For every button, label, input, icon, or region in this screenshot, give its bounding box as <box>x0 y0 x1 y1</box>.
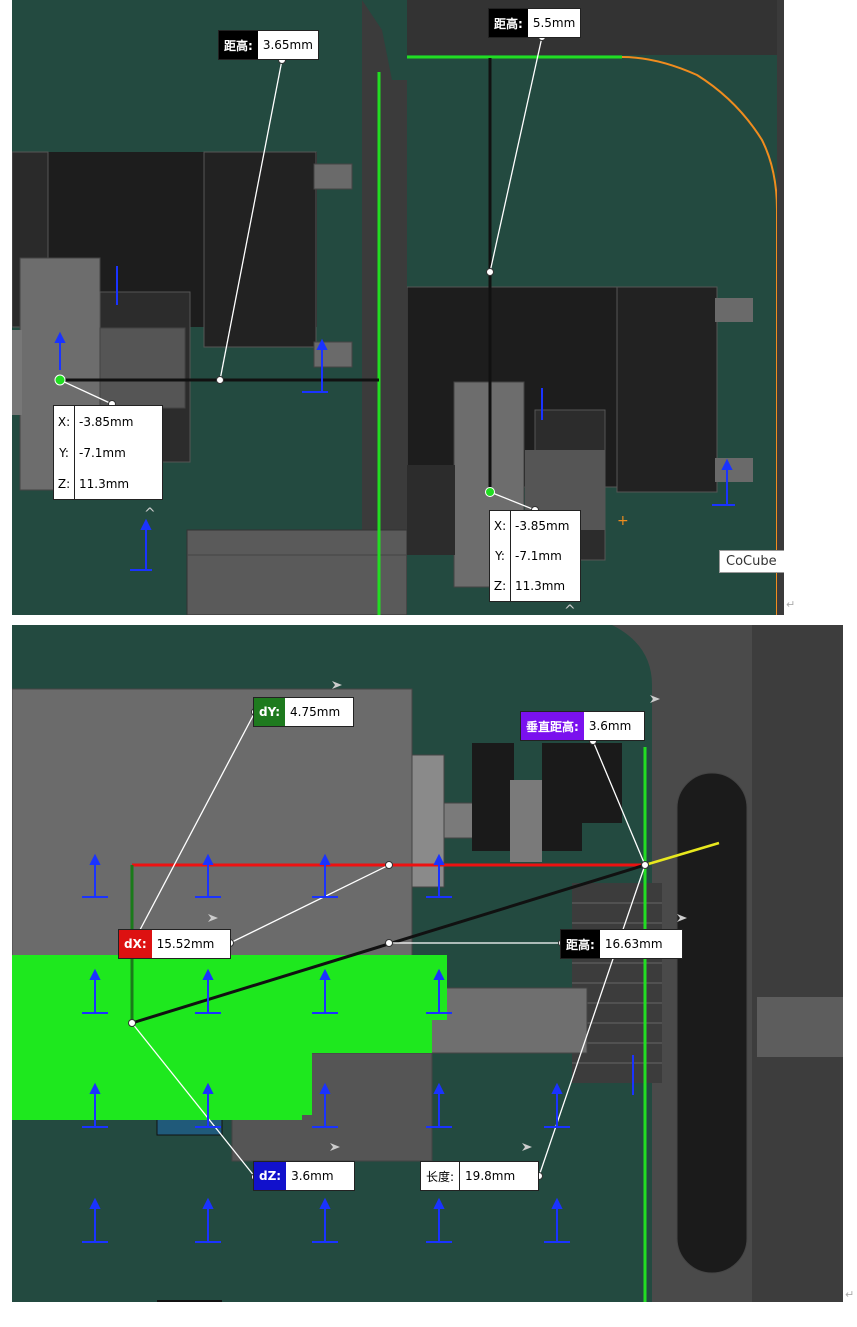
coord-axis: Y: <box>54 437 75 468</box>
svg-text:^: ^ <box>144 506 156 522</box>
dz-label-tag[interactable]: dZ: 3.6mm <box>253 1161 356 1191</box>
coord-row-x: X: -3.85mm <box>54 406 162 437</box>
viewport-top-left[interactable]: ^ 距高: 3.65mm X: -3.85mm Y: -7.1mm Z: 11.3mm <box>12 0 407 615</box>
coord-axis: Z: <box>490 571 511 601</box>
coord-row-x: X: -3.85mm <box>490 511 580 541</box>
viewport-bottom[interactable]: dY: 4.75mm 垂直距高: 3.6mm dX: 15.52mm 距高: 1… <box>12 625 843 1302</box>
coord-row-z: Z: 11.3mm <box>54 468 162 499</box>
distance-label-tag[interactable]: 距高: 5.5mm <box>488 8 582 38</box>
dy-label: dY: <box>254 698 286 726</box>
coord-value: -7.1mm <box>515 549 562 563</box>
dx-label-tag[interactable]: dX: 15.52mm <box>118 929 231 959</box>
top-left-scene: ^ <box>12 0 407 615</box>
dx-value: 15.52mm <box>156 937 215 951</box>
dy-label-tag[interactable]: dY: 4.75mm <box>253 697 355 727</box>
coord-row-y: Y: -7.1mm <box>54 437 162 468</box>
svg-text:^: ^ <box>564 603 576 615</box>
bottom-scene <box>12 625 843 1302</box>
vertical-distance-label: 垂直距高: <box>521 712 584 740</box>
dz-label: dZ: <box>254 1162 287 1190</box>
distance-label-tag[interactable]: 距高: 3.65mm <box>218 30 319 60</box>
top-right-scene: + ^ <box>407 0 784 615</box>
coord-value: 11.3mm <box>515 579 566 593</box>
coord-value: 11.3mm <box>79 476 130 491</box>
point-coordinates-box[interactable]: X: -3.85mm Y: -7.1mm Z: 11.3mm <box>53 405 163 500</box>
coord-row-y: Y: -7.1mm <box>490 541 580 571</box>
coord-axis: X: <box>490 511 511 541</box>
distance-label-tag[interactable]: 距高: 16.63mm <box>560 929 683 959</box>
svg-text:+: + <box>617 513 629 529</box>
point-coordinates-box[interactable]: X: -3.85mm Y: -7.1mm Z: 11.3mm <box>489 510 581 602</box>
length-label: 长度: <box>421 1162 461 1190</box>
distance-value: 5.5mm <box>532 16 576 30</box>
length-value: 19.8mm <box>465 1169 516 1183</box>
coord-value: -3.85mm <box>515 519 570 533</box>
length-label-tag[interactable]: 长度: 19.8mm <box>420 1161 540 1191</box>
distance-value: 16.63mm <box>604 937 663 951</box>
distance-label: 距高: <box>219 31 258 59</box>
dx-label: dX: <box>119 930 152 958</box>
coord-row-z: Z: 11.3mm <box>490 571 580 601</box>
vertical-distance-tag[interactable]: 垂直距高: 3.6mm <box>520 711 645 741</box>
distance-label: 距高: <box>489 9 528 37</box>
distance-label: 距高: <box>561 930 600 958</box>
return-mark: ↵ <box>845 1288 855 1301</box>
distance-value: 3.65mm <box>262 38 313 52</box>
dy-value: 4.75mm <box>290 705 341 719</box>
dz-value: 3.6mm <box>291 1169 334 1183</box>
coord-value: -7.1mm <box>79 445 126 460</box>
coord-value: -3.85mm <box>79 414 134 429</box>
coord-axis: Z: <box>54 468 75 499</box>
viewport-top-right[interactable]: + ^ 距高: 5.5mm X: -3.85mm Y: -7.1mm Z: 11.3m… <box>407 0 784 615</box>
return-mark: ↵ <box>786 598 796 611</box>
coord-axis: X: <box>54 406 75 437</box>
vertical-distance-value: 3.6mm <box>588 719 632 733</box>
component-tooltip: CoCube <box>719 550 784 573</box>
coord-axis: Y: <box>490 541 511 571</box>
